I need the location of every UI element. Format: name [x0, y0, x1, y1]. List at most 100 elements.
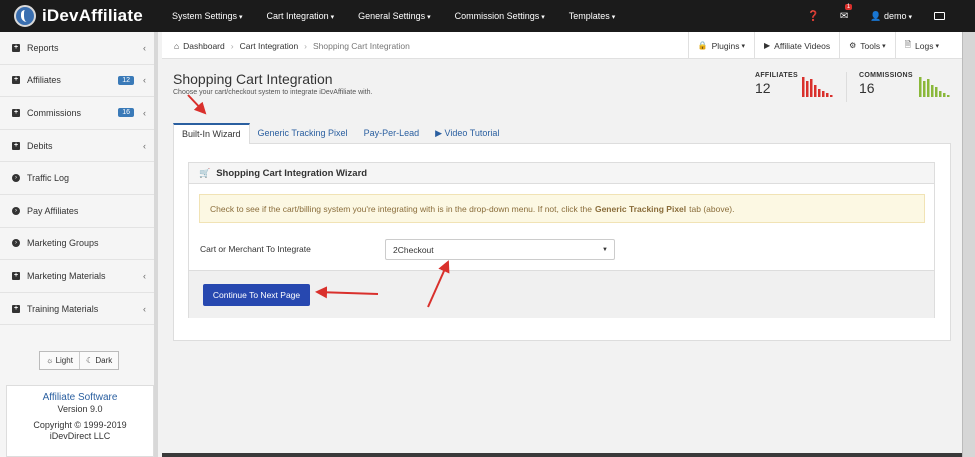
tab-video-tutorial[interactable]: ▶ Video Tutorial [427, 123, 507, 143]
menu-label: System Settings [172, 11, 238, 21]
sidebar-item-label: Pay Affiliates [27, 205, 79, 216]
affiliates-stat: AFFILIATES 12 [755, 72, 798, 96]
home-icon: ⌂ [174, 41, 180, 51]
plugins-button[interactable]: 🔒 Plugins ▾ [687, 32, 754, 59]
screen-icon[interactable] [934, 12, 945, 20]
sparkline-bar [927, 79, 930, 97]
count-badge: 16 [118, 108, 134, 118]
sparkline-bar [826, 93, 829, 97]
sidebar-item-commissions[interactable]: + Commissions 16 ‹ [0, 97, 154, 130]
chevron-left-icon: ‹ [143, 107, 146, 118]
plus-square-icon: + [12, 43, 20, 52]
stat-divider [846, 72, 847, 102]
plus-square-icon: + [12, 76, 20, 85]
help-icon[interactable]: ❓ [807, 11, 819, 22]
breadcrumb-dashboard[interactable]: Dashboard [183, 41, 225, 51]
commissions-stat-label: COMMISSIONS [859, 72, 913, 79]
plus-square-icon: + [12, 108, 20, 117]
tab-generic-tracking-pixel[interactable]: Generic Tracking Pixel [250, 123, 356, 143]
breadcrumb-separator: › [230, 41, 234, 51]
tools-label: Tools [860, 40, 881, 51]
menu-templates[interactable]: Templates ▾ [569, 11, 616, 21]
caret-down-icon: ▾ [427, 14, 431, 21]
plus-square-icon: + [12, 304, 20, 313]
sparkline-bar [931, 85, 934, 97]
alert-link[interactable]: Generic Tracking Pixel [595, 204, 686, 214]
top-navbar: iDevAffiliate System Settings ▾ Cart Inte… [0, 0, 975, 32]
wizard-panel-footer: Continue To Next Page [189, 270, 934, 318]
menu-general-settings[interactable]: General Settings ▾ [358, 11, 431, 21]
light-theme-button[interactable]: ☼ Light [40, 352, 80, 369]
sidebar-item-marketing-groups[interactable]: › Marketing Groups [0, 228, 154, 261]
software-name: Affiliate Software [42, 392, 118, 403]
tab-pay-per-lead[interactable]: Pay-Per-Lead [356, 123, 428, 143]
sidebar-item-traffic-log[interactable]: › Traffic Log [0, 162, 154, 195]
logo[interactable]: iDevAffiliate [14, 5, 143, 27]
menu-system-settings[interactable]: System Settings ▾ [172, 11, 243, 21]
chevron-left-icon: ‹ [143, 75, 146, 86]
sidebar-item-pay-affiliates[interactable]: › Pay Affiliates [0, 195, 154, 228]
caret-down-icon: ▾ [908, 13, 912, 21]
sidebar-item-training-materials[interactable]: + Training Materials ‹ [0, 293, 154, 326]
user-menu[interactable]: 👤 demo ▾ [870, 11, 912, 22]
page-title: Shopping Cart Integration [173, 71, 333, 87]
gear-icon: ⚙ [849, 41, 857, 50]
commissions-stat: COMMISSIONS 16 [859, 72, 913, 96]
sparkline-bar [806, 81, 809, 97]
count-badge: 12 [118, 75, 134, 85]
dark-theme-button[interactable]: ☾ Dark [80, 352, 118, 369]
sidebar-item-label: Reports [27, 42, 59, 53]
logo-text: iDevAffiliate [42, 6, 143, 25]
scrollbar[interactable] [962, 32, 975, 457]
file-icon: 🗎 [904, 39, 912, 49]
affiliate-videos-label: Affiliate Videos [774, 40, 831, 51]
mail-icon[interactable]: ✉ 1 [840, 3, 853, 22]
breadcrumb-separator: › [304, 41, 308, 51]
menu-commission-settings[interactable]: Commission Settings ▾ [455, 11, 545, 21]
sidebar-item-affiliates[interactable]: + Affiliates 12 ‹ [0, 65, 154, 98]
sparkline-bar [935, 87, 938, 97]
cart-icon: 🛒 [199, 167, 211, 178]
breadcrumb-bar: ⌂ Dashboard › Cart Integration › Shoppin… [162, 32, 962, 59]
cart-select[interactable]: 2Checkout ▼ [385, 239, 615, 260]
sparkline-bar [830, 95, 833, 97]
page-subtitle: Choose your cart/checkout system to inte… [173, 89, 373, 96]
sidebar-item-label: Training Materials [27, 303, 99, 314]
dropdown-arrow-icon: ▼ [602, 246, 608, 253]
sidebar-item-label: Affiliates [27, 75, 61, 86]
tools-button[interactable]: ⚙ Tools ▾ [839, 32, 895, 59]
circle-arrow-icon: › [12, 174, 20, 183]
breadcrumb-cart-integration[interactable]: Cart Integration [240, 41, 299, 51]
sparkline-bar [939, 91, 942, 97]
logo-icon [14, 5, 36, 27]
breadcrumb-actions: 🔒 Plugins ▾ ▶ Affiliate Videos ⚙ Tools ▾ 🗎 Log… [687, 32, 948, 59]
plus-square-icon: + [12, 141, 20, 150]
affiliates-stat-value: 12 [755, 80, 771, 96]
menu-label: Cart Integration [266, 11, 329, 21]
sidebar-item-marketing-materials[interactable]: + Marketing Materials ‹ [0, 260, 154, 293]
chevron-left-icon: ‹ [143, 140, 146, 151]
sidebar-item-reports[interactable]: + Reports ‹ [0, 32, 154, 65]
caret-down-icon: ▾ [882, 42, 886, 50]
sparkline-bar [810, 79, 813, 97]
tab-built-in-wizard[interactable]: Built-In Wizard [173, 123, 250, 144]
wizard-panel-header: 🛒 Shopping Cart Integration Wizard [189, 163, 934, 184]
lock-icon: 🔒 [697, 41, 708, 50]
play-circle-icon: ▶ [764, 41, 771, 50]
mail-badge: 1 [844, 3, 853, 10]
info-alert: Check to see if the cart/billing system … [199, 194, 925, 223]
logs-button[interactable]: 🗎 Logs ▾ [894, 32, 948, 59]
sparkline-bar [923, 81, 926, 97]
alert-text: Check to see if the cart/billing system … [210, 203, 592, 214]
sidebar-item-debits[interactable]: + Debits ‹ [0, 130, 154, 163]
menu-cart-integration[interactable]: Cart Integration ▾ [267, 11, 335, 21]
sun-icon: ☼ [46, 356, 54, 365]
user-icon: 👤 [870, 10, 882, 21]
caret-down-icon: ▾ [330, 14, 335, 21]
affiliates-sparkline [802, 77, 833, 97]
logs-label: Logs [915, 40, 934, 51]
circle-arrow-icon: › [12, 206, 20, 215]
caret-down-icon: ▾ [541, 14, 545, 21]
affiliate-videos-button[interactable]: ▶ Affiliate Videos [754, 32, 839, 59]
continue-button[interactable]: Continue To Next Page [203, 284, 310, 306]
